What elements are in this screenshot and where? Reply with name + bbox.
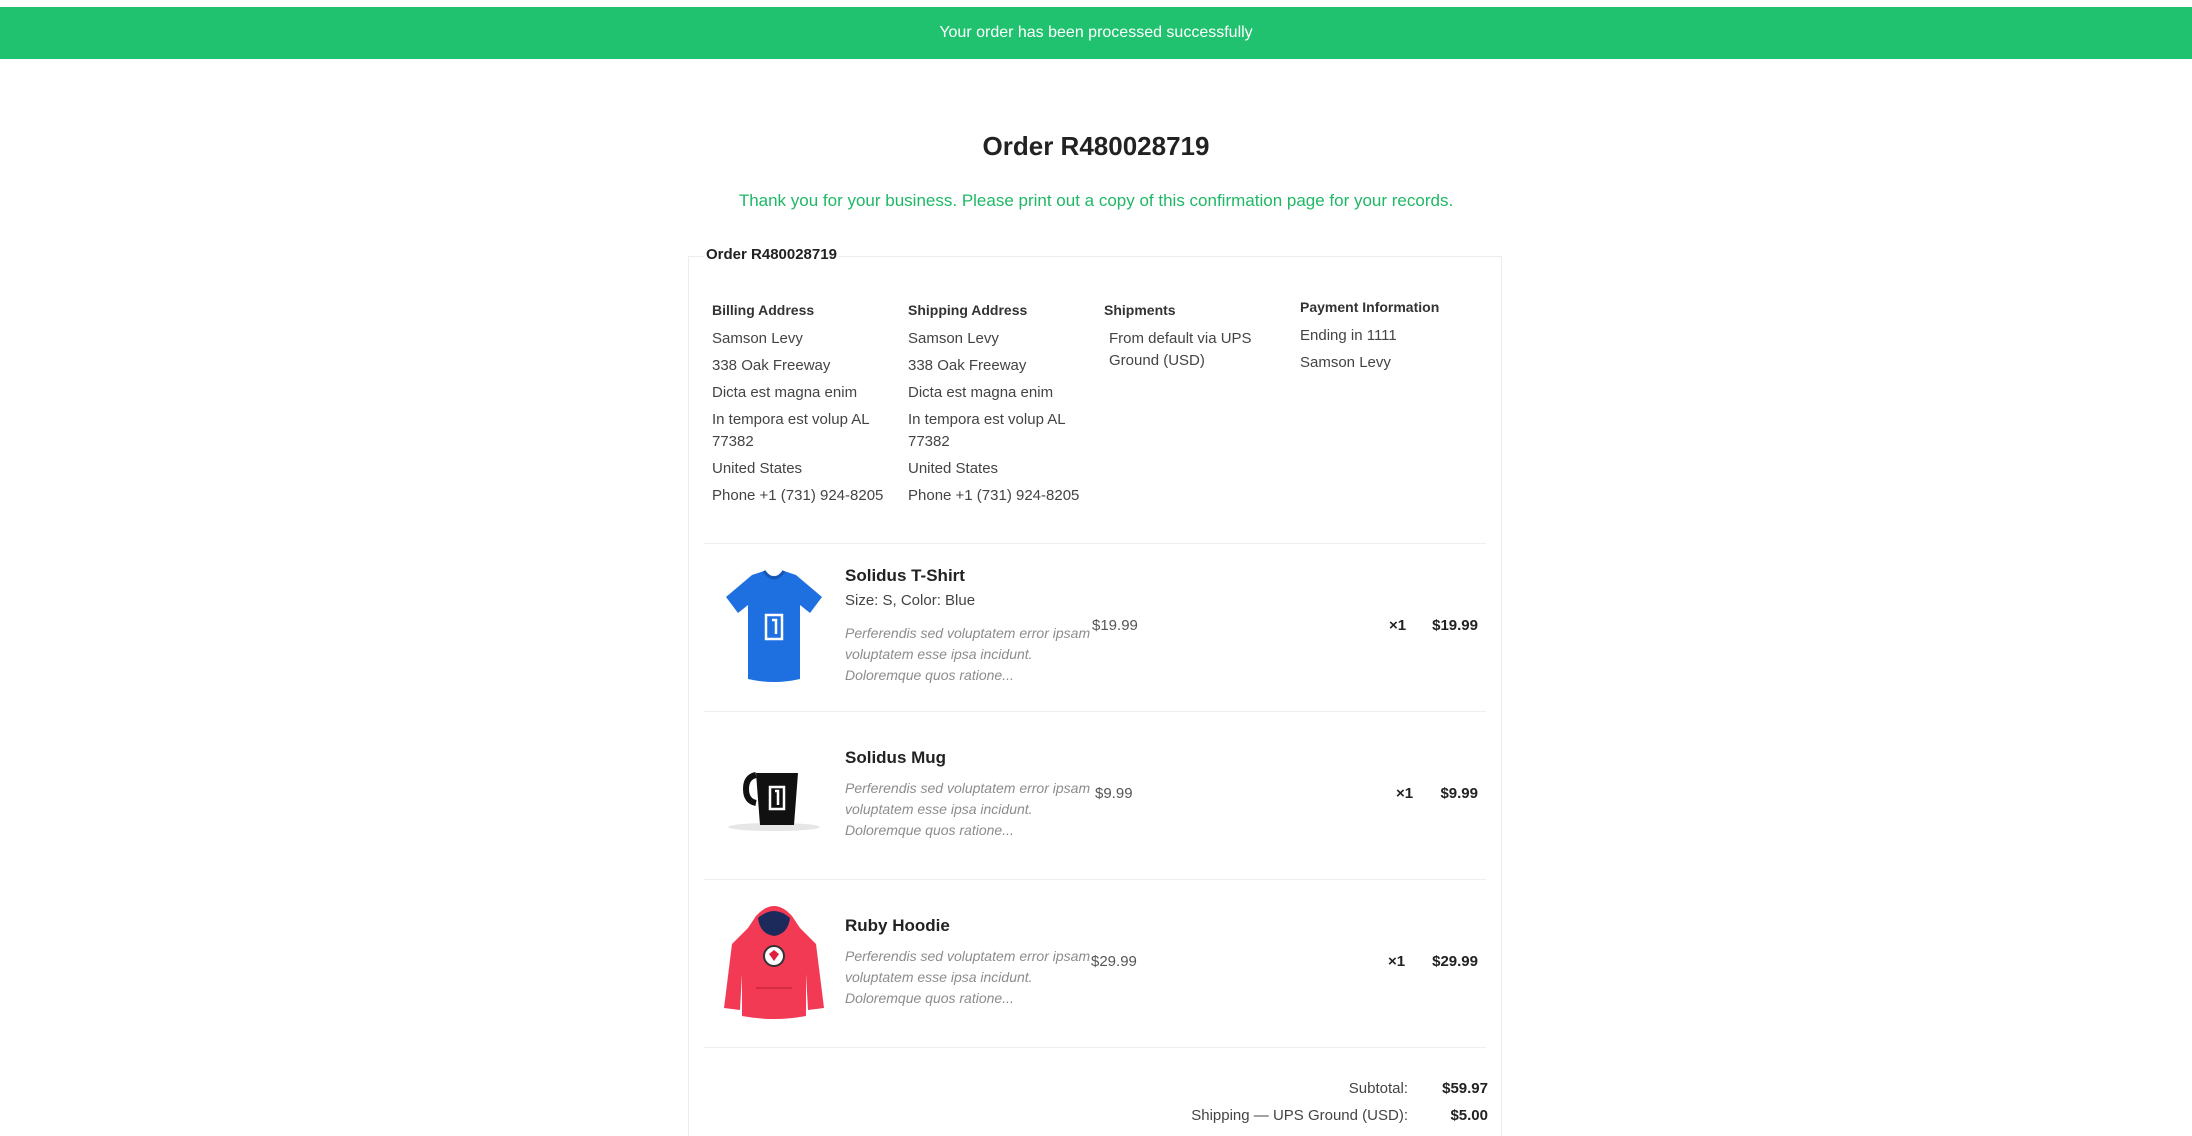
- order-legend: Order R480028719: [704, 246, 839, 263]
- shipping-address: Shipping Address Samson Levy 338 Oak Fre…: [908, 302, 1098, 512]
- item-description: Perferendis sed voluptatem error ipsam v…: [845, 780, 1091, 838]
- billing-address: Billing Address Samson Levy 338 Oak Free…: [712, 302, 902, 512]
- shipping-cost-value: $5.00: [1450, 1107, 1488, 1124]
- item-name[interactable]: Ruby Hoodie: [845, 916, 950, 936]
- hoodie-image[interactable]: [716, 898, 832, 1028]
- shipping-phone: Phone +1 (731) 924-8205: [908, 487, 1080, 504]
- billing-heading: Billing Address: [712, 302, 815, 318]
- subtotal-value: $59.97: [1442, 1080, 1488, 1097]
- payment-name: Samson Levy: [1300, 354, 1391, 371]
- billing-street: 338 Oak Freeway: [712, 357, 831, 374]
- billing-city: In tempora est volup AL 77382: [712, 411, 870, 450]
- mug-image[interactable]: [716, 735, 832, 865]
- shipments-info: Shipments From default via UPS Ground (U…: [1104, 302, 1294, 377]
- shipping-country: United States: [908, 460, 999, 477]
- billing-phone: Phone +1 (731) 924-8205: [712, 487, 884, 504]
- divider: [704, 711, 1486, 712]
- item-price: $9.99: [1095, 785, 1133, 802]
- divider: [704, 1047, 1486, 1048]
- thank-you-message: Thank you for your business. Please prin…: [738, 191, 1454, 210]
- billing-name: Samson Levy: [712, 330, 803, 347]
- success-message: Your order has been processed successful…: [939, 24, 1253, 41]
- page-title: Order R480028719: [982, 131, 1210, 161]
- shipping-heading: Shipping Address: [908, 302, 1028, 318]
- billing-country: United States: [712, 460, 803, 477]
- shipping-street2: Dicta est magna enim: [908, 384, 1054, 401]
- divider: [704, 543, 1486, 544]
- billing-street2: Dicta est magna enim: [712, 384, 858, 401]
- divider: [704, 879, 1486, 880]
- t-shirt-image[interactable]: [716, 563, 832, 693]
- success-banner: Your order has been processed successful…: [0, 7, 2192, 59]
- item-description: Perferendis sed voluptatem error ipsam v…: [845, 625, 1091, 683]
- payment-heading: Payment Information: [1300, 299, 1440, 315]
- shipments-text: From default via UPS Ground (USD): [1109, 330, 1252, 369]
- subtotal-label: Subtotal:: [1348, 1080, 1408, 1097]
- item-name[interactable]: Solidus Mug: [845, 748, 946, 768]
- shipments-heading: Shipments: [1104, 302, 1176, 318]
- shipping-name: Samson Levy: [908, 330, 999, 347]
- payment-info: Payment Information Ending in 1111 Samso…: [1300, 299, 1490, 379]
- item-price: $29.99: [1091, 953, 1137, 970]
- shipping-street: 338 Oak Freeway: [908, 357, 1027, 374]
- item-total: $19.99: [1432, 617, 1478, 634]
- item-description: Perferendis sed voluptatem error ipsam v…: [845, 948, 1091, 1006]
- payment-card: Ending in 1111: [1300, 327, 1397, 344]
- shipping-cost-label: Shipping — UPS Ground (USD):: [1191, 1107, 1408, 1124]
- item-total: $29.99: [1432, 953, 1478, 970]
- item-name[interactable]: Solidus T-Shirt: [845, 566, 965, 586]
- shipping-city: In tempora est volup AL 77382: [908, 411, 1066, 450]
- item-total: $9.99: [1440, 785, 1478, 802]
- item-variant: Size: S, Color: Blue: [845, 592, 976, 609]
- item-price: $19.99: [1092, 617, 1138, 634]
